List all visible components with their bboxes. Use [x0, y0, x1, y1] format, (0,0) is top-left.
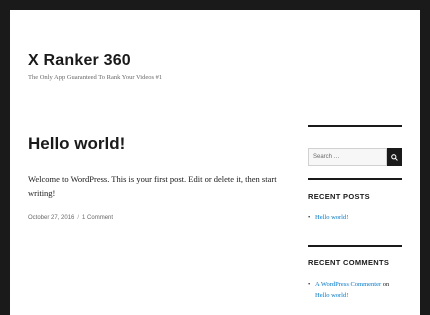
page-canvas: X Ranker 360 The Only App Guaranteed To … — [10, 10, 420, 315]
post-title[interactable]: Hello world! — [28, 134, 125, 154]
search-button[interactable] — [387, 148, 402, 166]
list-item: • A WordPress Commenter on Hello world! — [308, 279, 389, 301]
comment-on-text: on — [382, 281, 390, 288]
site-title[interactable]: X Ranker 360 — [28, 52, 131, 70]
bullet: • — [308, 214, 311, 221]
recent-posts-title: RECENT POSTS — [308, 192, 370, 201]
recent-comments-title: RECENT COMMENTS — [308, 258, 390, 267]
widget-divider — [308, 125, 402, 127]
meta-separator: / — [77, 215, 80, 221]
site-description: The Only App Guaranteed To Rank Your Vid… — [28, 74, 163, 81]
post-comments-link[interactable]: 1 Comment — [82, 215, 113, 221]
post-content: Welcome to WordPress. This is your first… — [28, 174, 277, 198]
list-item: • Hello world! — [308, 212, 348, 223]
search-input[interactable]: Search … — [308, 148, 387, 166]
recent-comments-list: • A WordPress Commenter on Hello world! — [308, 279, 389, 301]
bullet: • — [308, 281, 311, 288]
recent-posts-list: • Hello world! — [308, 212, 348, 223]
comment-post-link[interactable]: Hello world! — [315, 292, 348, 299]
post-date[interactable]: October 27, 2016 — [28, 215, 74, 221]
widget-divider — [308, 245, 402, 247]
search-icon — [391, 153, 398, 161]
post-meta: October 27, 2016/1 Comment — [28, 215, 113, 221]
recent-post-link[interactable]: Hello world! — [315, 214, 348, 221]
widget-divider — [308, 178, 402, 180]
comment-author-link[interactable]: A WordPress Commenter — [315, 281, 381, 288]
